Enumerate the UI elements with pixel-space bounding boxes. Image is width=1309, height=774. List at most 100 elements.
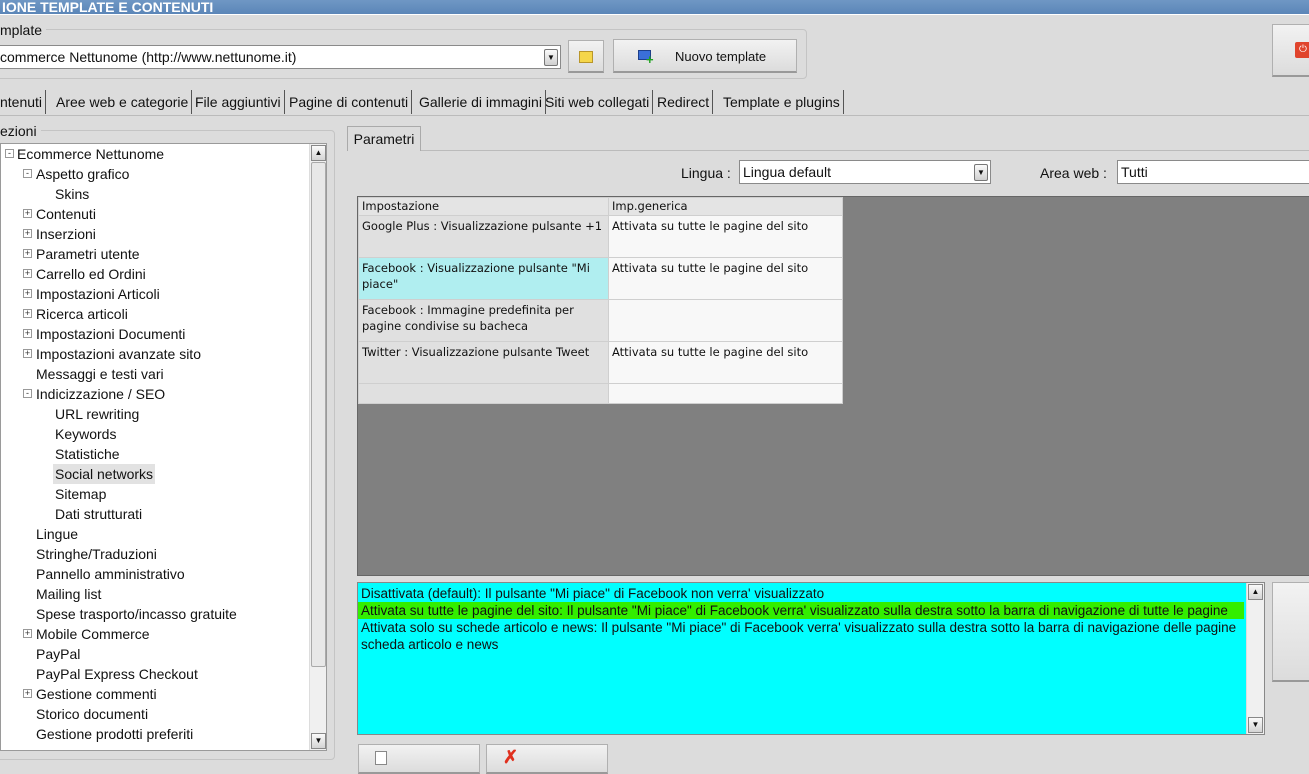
tab-gallerie[interactable]: Gallerie di immagini [416, 90, 546, 114]
tree-item[interactable]: Spese trasporto/incasso gratuite [34, 604, 239, 624]
cell-impostazione[interactable]: Facebook : Visualizzazione pulsante "Mi … [358, 257, 609, 300]
cell-impostazione[interactable]: Facebook : Immagine predefinita per pagi… [358, 299, 609, 342]
area-web-select[interactable]: Tutti [1117, 160, 1309, 184]
description-scrollbar[interactable]: ▲ ▼ [1246, 583, 1264, 734]
expand-icon[interactable]: + [23, 329, 32, 338]
cell-imp-generica[interactable]: Attivata su tutte le pagine del sito [608, 257, 843, 300]
cell-impostazione[interactable]: Google Plus : Visualizzazione pulsante +… [358, 215, 609, 258]
tab-redirect[interactable]: Redirect [654, 90, 714, 114]
tab-label: ntenuti [0, 94, 43, 110]
table-row[interactable]: Twitter : Visualizzazione pulsante Tweet… [358, 341, 843, 384]
tree-item[interactable]: Aspetto grafico [34, 164, 131, 184]
tree-item[interactable]: Skins [53, 184, 91, 204]
chevron-down-icon[interactable]: ▼ [544, 49, 558, 66]
tree-item[interactable]: Mailing list [34, 584, 103, 604]
tab-label: Pagine di contenuti [289, 94, 409, 110]
tree-item[interactable]: Ricerca articoli [34, 304, 130, 324]
area-web-label: Area web : [1040, 165, 1107, 181]
tree-item[interactable]: Messaggi e testi vari [34, 364, 166, 384]
tab-file-aggiuntivi[interactable]: File aggiuntivi [192, 90, 285, 114]
expand-icon[interactable]: + [23, 209, 32, 218]
chevron-down-icon[interactable]: ▼ [974, 164, 988, 181]
table-row[interactable]: Facebook : Immagine predefinita per pagi… [358, 299, 843, 342]
tree-item[interactable]: URL rewriting [53, 404, 141, 424]
tree-item[interactable]: Keywords [53, 424, 118, 444]
tree-item[interactable]: Mobile Commerce [34, 624, 152, 644]
expand-icon[interactable]: + [23, 629, 32, 638]
expand-icon[interactable]: + [23, 309, 32, 318]
template-legend: mplate [0, 22, 47, 38]
table-row[interactable] [358, 383, 843, 404]
table-row[interactable]: Google Plus : Visualizzazione pulsante +… [358, 215, 843, 258]
tab-template-plugins[interactable]: Template e plugins [720, 90, 844, 114]
cell-impostazione[interactable] [358, 383, 609, 404]
exit-button[interactable]: ⏻ [1272, 24, 1309, 77]
tab-label: File aggiuntivi [195, 94, 281, 110]
table-row[interactable]: Facebook : Visualizzazione pulsante "Mi … [358, 257, 843, 300]
collapse-icon[interactable]: - [23, 389, 32, 398]
cell-imp-generica[interactable] [608, 383, 843, 404]
tree-item[interactable]: Storico documenti [34, 704, 150, 724]
tree-item[interactable]: Stringhe/Traduzioni [34, 544, 159, 564]
collapse-icon[interactable]: - [5, 149, 14, 158]
tab-pagine-contenuti[interactable]: Pagine di contenuti [286, 90, 413, 114]
tab-contenuti[interactable]: ntenuti [0, 90, 47, 114]
side-button[interactable] [1272, 582, 1309, 682]
params-tab-label: Parametri [353, 131, 415, 147]
new-template-button[interactable]: + Nuovo template [613, 39, 797, 73]
cell-impostazione[interactable]: Twitter : Visualizzazione pulsante Tweet [358, 341, 609, 384]
tree-scrollbar[interactable]: ▲ ▼ [309, 144, 326, 750]
tab-bar: ntenuti Aree web e categorie File aggiun… [0, 89, 845, 115]
tree-item[interactable]: Ecommerce Nettunome [15, 144, 166, 164]
tree-item[interactable]: Parametri utente [34, 244, 142, 264]
tree-item[interactable]: Gestione prodotti preferiti [34, 724, 195, 744]
save-button[interactable] [358, 744, 480, 774]
cell-imp-generica[interactable] [608, 299, 843, 342]
tree-item[interactable]: Impostazioni Documenti [34, 324, 187, 344]
tab-siti-collegati[interactable]: Siti web collegati [542, 90, 654, 114]
tree-item[interactable]: PayPal [34, 644, 82, 664]
params-tab[interactable]: Parametri [347, 126, 421, 151]
tree-item[interactable]: Social networks [53, 464, 156, 484]
scroll-up-button[interactable]: ▲ [1248, 584, 1263, 600]
scroll-down-button[interactable]: ▼ [1248, 717, 1263, 733]
tree-item[interactable]: Impostazioni Articoli [34, 284, 162, 304]
cell-imp-generica[interactable]: Attivata su tutte le pagine del sito [608, 341, 843, 384]
lingua-value: Lingua default [743, 164, 831, 180]
expand-icon[interactable]: + [23, 289, 32, 298]
cell-imp-generica[interactable]: Attivata su tutte le pagine del sito [608, 215, 843, 258]
scroll-thumb[interactable] [311, 162, 326, 667]
expand-icon[interactable]: + [23, 229, 32, 238]
sections-tree[interactable]: ▲ ▼ - Ecommerce Nettunome - Aspetto grafico… [0, 143, 327, 751]
tree-item[interactable]: PayPal Express Checkout [34, 664, 200, 684]
cancel-button[interactable]: ✗ [486, 744, 608, 774]
tree-item[interactable]: Carrello ed Ordini [34, 264, 148, 284]
lingua-select[interactable]: Lingua default ▼ [739, 160, 991, 184]
tree-item[interactable]: Lingue [34, 524, 80, 544]
area-web-value: Tutti [1121, 164, 1148, 180]
tree-item[interactable]: Dati strutturati [53, 504, 144, 524]
tab-aree-web[interactable]: Aree web e categorie [53, 90, 193, 114]
expand-icon[interactable]: + [23, 349, 32, 358]
expand-icon[interactable]: + [23, 689, 32, 698]
scroll-up-button[interactable]: ▲ [311, 145, 326, 161]
scroll-down-button[interactable]: ▼ [311, 733, 326, 749]
column-header-impostazione[interactable]: Impostazione [358, 197, 609, 216]
tree-item[interactable]: Impostazioni avanzate sito [34, 344, 203, 364]
expand-icon[interactable]: + [23, 269, 32, 278]
plus-icon: + [646, 52, 654, 67]
description-line-highlighted: Attivata su tutte le pagine del sito: Il… [358, 602, 1244, 619]
tree-item[interactable]: Indicizzazione / SEO [34, 384, 167, 404]
tree-item[interactable]: Gestione commenti [34, 684, 159, 704]
tab-label: Siti web collegati [545, 94, 650, 110]
collapse-icon[interactable]: - [23, 169, 32, 178]
tree-item[interactable]: Pannello amministrativo [34, 564, 187, 584]
tree-item[interactable]: Statistiche [53, 444, 122, 464]
tree-item[interactable]: Contenuti [34, 204, 98, 224]
template-select[interactable]: commerce Nettunome (http://www.nettunome… [0, 45, 561, 69]
open-folder-button[interactable] [568, 40, 604, 73]
expand-icon[interactable]: + [23, 249, 32, 258]
tree-item[interactable]: Sitemap [53, 484, 108, 504]
column-header-imp-generica[interactable]: Imp.generica [608, 197, 843, 216]
tree-item[interactable]: Inserzioni [34, 224, 98, 244]
